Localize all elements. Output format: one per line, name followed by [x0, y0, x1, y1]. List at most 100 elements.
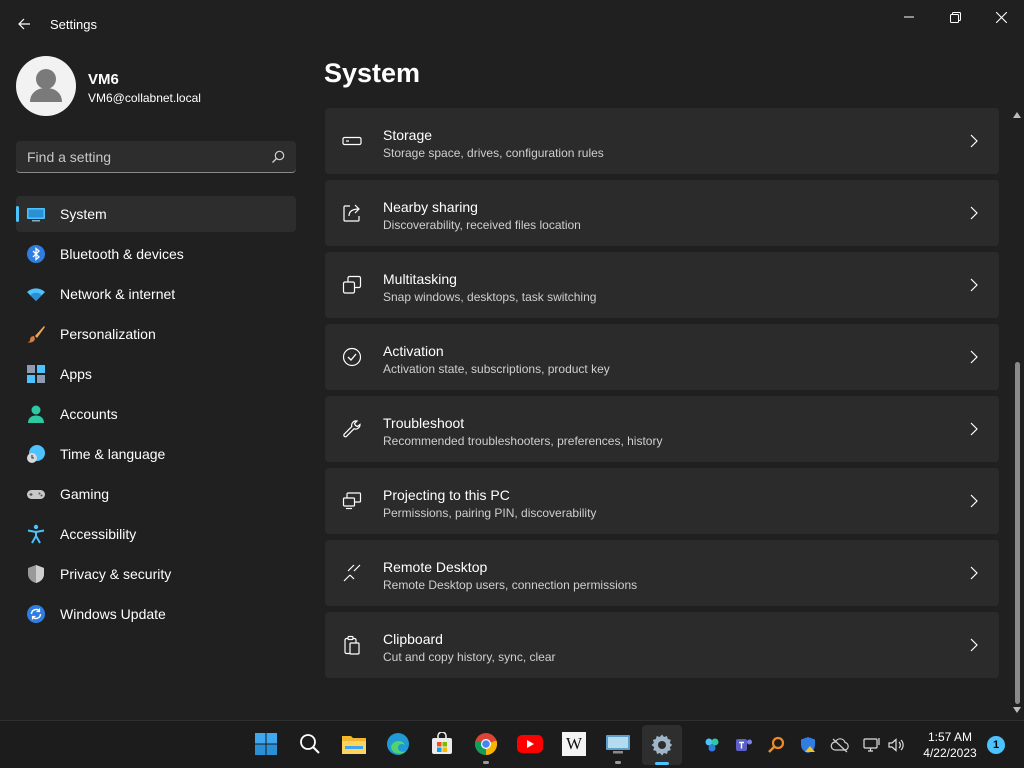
- notification-badge[interactable]: 1: [987, 736, 1005, 754]
- time-language-icon: [27, 445, 45, 463]
- chevron-right-icon: [970, 350, 978, 364]
- apps-icon: [27, 365, 45, 383]
- multitasking-icon: [342, 275, 362, 294]
- sidebar-item-gaming[interactable]: Gaming: [16, 476, 296, 512]
- sidebar-item-time-language[interactable]: Time & language: [16, 436, 296, 472]
- card-description: Recommended troubleshooters, preferences…: [383, 434, 663, 448]
- sidebar-item-privacy[interactable]: Privacy & security: [16, 556, 296, 592]
- taskbar-clock[interactable]: 1:57 AM 4/22/2023: [918, 729, 982, 761]
- tray-network[interactable]: [862, 735, 882, 755]
- wikipedia-icon: W: [562, 732, 586, 756]
- sidebar-item-network[interactable]: Network & internet: [16, 276, 296, 312]
- running-indicator: [483, 761, 489, 764]
- setting-card-multitasking[interactable]: Multitasking Snap windows, desktops, tas…: [325, 252, 999, 318]
- share-icon: [343, 204, 360, 222]
- sidebar-item-windows-update[interactable]: Windows Update: [16, 596, 296, 632]
- taskbar-microsoft-store[interactable]: [428, 730, 456, 758]
- user-silhouette-icon: [30, 69, 62, 102]
- chrome-icon: [474, 733, 498, 756]
- back-button[interactable]: [10, 10, 38, 38]
- windows-logo-icon: [255, 733, 277, 755]
- taskbar-search-button[interactable]: [296, 730, 324, 758]
- search-input[interactable]: [16, 141, 296, 172]
- tray-search-app[interactable]: [766, 735, 786, 755]
- taskbar-remote-desktop-app[interactable]: [604, 730, 632, 764]
- tray-volume[interactable]: [886, 735, 906, 755]
- search-icon[interactable]: [270, 149, 286, 165]
- tray-onedrive[interactable]: [830, 735, 850, 755]
- system-icon: [27, 208, 45, 222]
- card-title: Clipboard: [383, 631, 443, 647]
- card-description: Storage space, drives, configuration rul…: [383, 146, 604, 160]
- sidebar-item-label: Privacy & security: [60, 566, 172, 582]
- sidebar-item-label: Accessibility: [60, 526, 137, 542]
- sidebar-item-accounts[interactable]: Accounts: [16, 396, 296, 432]
- sidebar-item-apps[interactable]: Apps: [16, 356, 296, 392]
- scroll-up-arrow[interactable]: [1012, 110, 1022, 120]
- card-title: Activation: [383, 343, 444, 359]
- taskbar-settings[interactable]: [642, 725, 682, 765]
- sidebar-item-label: Gaming: [60, 486, 110, 502]
- minimize-button[interactable]: [886, 6, 932, 28]
- taskbar-edge[interactable]: [384, 730, 412, 758]
- tray-colorful-icon: [705, 738, 719, 752]
- tray-app-1[interactable]: [702, 735, 722, 755]
- restore-button[interactable]: [932, 6, 978, 28]
- clock-time: 1:57 AM: [927, 730, 973, 744]
- card-title: Projecting to this PC: [383, 487, 510, 503]
- card-title: Storage: [383, 127, 433, 143]
- settings-list: Storage Storage space, drives, configura…: [325, 108, 999, 684]
- sidebar-item-accessibility[interactable]: Accessibility: [16, 516, 296, 552]
- setting-card-activation[interactable]: Activation Activation state, subscriptio…: [325, 324, 999, 390]
- tray-security[interactable]: [798, 735, 818, 755]
- gamepad-icon: [27, 490, 45, 499]
- clipboard-icon: [344, 635, 360, 655]
- scrollbar-thumb[interactable]: [1015, 362, 1020, 704]
- chevron-right-icon: [970, 494, 978, 508]
- sidebar-item-label: Personalization: [60, 326, 156, 342]
- volume-icon: [888, 738, 904, 752]
- network-icon: [863, 738, 880, 752]
- user-profile[interactable]: VM6 VM6@collabnet.local: [16, 56, 296, 118]
- sidebar-item-label: Time & language: [60, 446, 166, 462]
- sidebar-item-system[interactable]: System: [16, 196, 296, 232]
- accessibility-icon: [27, 524, 45, 544]
- card-description: Cut and copy history, sync, clear: [383, 650, 556, 664]
- minimize-icon: [904, 16, 914, 18]
- chevron-right-icon: [970, 422, 978, 436]
- tray-teams[interactable]: [734, 735, 754, 755]
- store-icon: [432, 732, 452, 754]
- sidebar-item-label: Apps: [60, 366, 92, 382]
- taskbar-wikipedia[interactable]: W: [560, 730, 588, 758]
- sidebar-item-label: Bluetooth & devices: [60, 246, 184, 262]
- setting-card-remote-desktop[interactable]: Remote Desktop Remote Desktop users, con…: [325, 540, 999, 606]
- chevron-right-icon: [970, 206, 978, 220]
- sidebar-item-label: Accounts: [60, 406, 118, 422]
- card-description: Discoverability, received files location: [383, 218, 581, 232]
- setting-card-nearby-sharing[interactable]: Nearby sharing Discoverability, received…: [325, 180, 999, 246]
- sidebar-item-bluetooth[interactable]: Bluetooth & devices: [16, 236, 296, 272]
- setting-card-projecting[interactable]: Projecting to this PC Permissions, pairi…: [325, 468, 999, 534]
- search-icon: [300, 734, 320, 754]
- sidebar-item-personalization[interactable]: Personalization: [16, 316, 296, 352]
- taskbar-youtube[interactable]: [516, 730, 544, 758]
- brush-icon: [27, 326, 45, 343]
- title-bar: Settings: [0, 0, 1024, 48]
- search-box: [16, 141, 296, 173]
- remote-desktop-app-icon: [606, 735, 630, 754]
- restore-icon: [949, 11, 961, 23]
- card-description: Snap windows, desktops, task switching: [383, 290, 597, 304]
- taskbar-chrome[interactable]: [472, 730, 500, 764]
- shield-icon: [28, 565, 44, 583]
- setting-card-clipboard[interactable]: Clipboard Cut and copy history, sync, cl…: [325, 612, 999, 678]
- setting-card-troubleshoot[interactable]: Troubleshoot Recommended troubleshooters…: [325, 396, 999, 462]
- youtube-icon: [517, 735, 543, 753]
- app-title: Settings: [50, 17, 97, 32]
- taskbar-file-explorer[interactable]: [340, 730, 368, 758]
- scroll-down-arrow[interactable]: [1012, 705, 1022, 715]
- close-button[interactable]: [978, 6, 1024, 28]
- card-title: Nearby sharing: [383, 199, 478, 215]
- wifi-icon: [27, 288, 45, 301]
- start-button[interactable]: [252, 730, 280, 758]
- setting-card-storage[interactable]: Storage Storage space, drives, configura…: [325, 108, 999, 174]
